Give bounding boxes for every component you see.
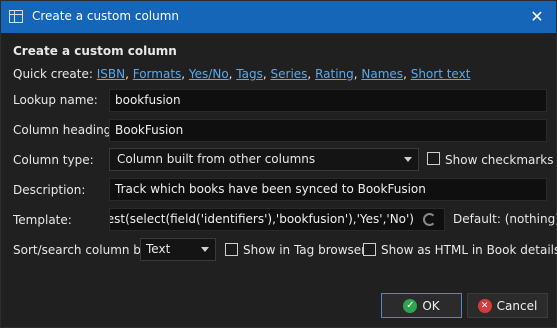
quick-create-short-text[interactable]: Short text xyxy=(411,67,471,81)
show-checkmarks-label: Show checkmarks xyxy=(445,153,554,167)
show-in-tag-browser-label: Show in Tag browser xyxy=(243,243,367,257)
quick-create-label: Quick create: xyxy=(13,67,93,81)
show-as-html-label: Show as HTML in Book details xyxy=(381,243,557,257)
quick-create-rating[interactable]: Rating xyxy=(315,67,354,81)
title-bar[interactable]: Create a custom column ✕ xyxy=(1,1,556,33)
ok-button[interactable]: ✓ OK xyxy=(381,293,462,318)
column-heading-label: Column heading: xyxy=(13,123,116,137)
column-type-label: Column type: xyxy=(13,153,94,167)
quick-create-yes-no[interactable]: Yes/No xyxy=(189,67,229,81)
quick-create-formats[interactable]: Formats xyxy=(133,67,182,81)
chevron-down-icon xyxy=(404,157,412,162)
description-input[interactable]: Track which books have been synced to Bo… xyxy=(109,178,547,201)
quick-create-row: Quick create: ISBN, Formats, Yes/No, Tag… xyxy=(13,67,471,81)
section-heading: Create a custom column xyxy=(13,44,177,58)
column-type-value: Column built from other columns xyxy=(117,152,316,166)
column-heading-input[interactable]: BookFusion xyxy=(109,119,547,142)
lookup-name-label: Lookup name: xyxy=(13,93,98,107)
quick-create-isbn[interactable]: ISBN xyxy=(97,67,125,81)
cancel-button[interactable]: ✕ Cancel xyxy=(467,293,548,318)
quick-create-names[interactable]: Names xyxy=(361,67,403,81)
close-icon[interactable]: ✕ xyxy=(524,5,550,29)
sort-search-select[interactable]: Text xyxy=(140,238,216,261)
show-as-html-checkbox[interactable] xyxy=(363,243,376,256)
template-label: Template: xyxy=(13,213,72,227)
description-label: Description: xyxy=(13,183,86,197)
dialog-window: Create a custom column ✕ Create a custom… xyxy=(0,0,557,328)
lookup-name-input[interactable]: bookfusion xyxy=(109,89,547,112)
quick-create-series[interactable]: Series xyxy=(271,67,308,81)
cancel-button-label: Cancel xyxy=(496,298,538,313)
chevron-down-icon xyxy=(201,247,209,252)
show-in-tag-browser-checkbox[interactable] xyxy=(225,243,238,256)
show-checkmarks-checkbox[interactable] xyxy=(427,152,440,165)
sort-search-label: Sort/search column by xyxy=(13,243,149,257)
window-title: Create a custom column xyxy=(32,9,180,23)
check-icon: ✓ xyxy=(403,298,418,313)
ok-button-label: OK xyxy=(422,298,440,313)
template-input[interactable]: program: test(select(field('identifiers'… xyxy=(109,208,445,231)
quick-create-tags[interactable]: Tags xyxy=(236,67,263,81)
column-type-select[interactable]: Column built from other columns xyxy=(109,148,419,171)
table-icon xyxy=(9,10,23,23)
cancel-icon: ✕ xyxy=(477,298,492,313)
sort-search-value: Text xyxy=(146,242,171,256)
refresh-icon[interactable] xyxy=(423,213,436,226)
template-default-label: Default: (nothing) xyxy=(453,212,557,226)
template-value: program: test(select(field('identifiers'… xyxy=(109,212,414,226)
